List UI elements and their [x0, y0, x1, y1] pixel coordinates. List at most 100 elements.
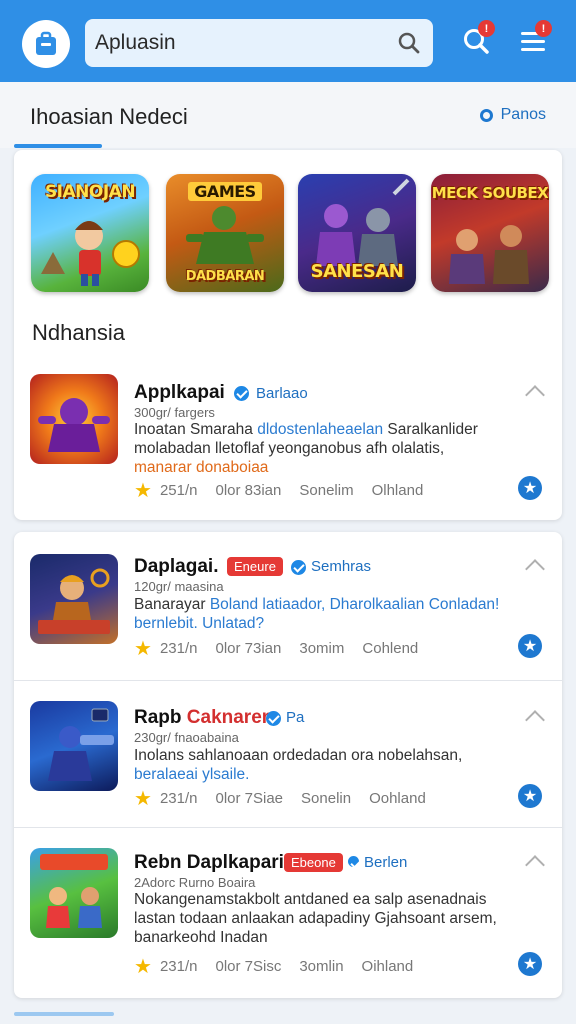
app-list-card: Daplagai. Eneure Semhras 120gr/ maasina …	[14, 532, 562, 998]
verified-check-icon	[291, 560, 306, 575]
featured-game-3-title: SANESAN	[310, 261, 404, 282]
list-section-title: Ndhansia	[32, 320, 125, 345]
app-4-stat-4: Oihland	[361, 958, 414, 975]
app-3-desc-plain: Inolans sahlanoaan ordedadan ora nobelah…	[134, 747, 463, 764]
favorite-star-icon[interactable]: ★	[518, 634, 542, 658]
star-icon: ★	[134, 638, 152, 660]
chevron-up-icon[interactable]	[525, 855, 545, 875]
app-1-description: Inoatan Smaraha dldostenlaheaelan Saralk…	[134, 420, 504, 477]
app-2-desc-plain: Banarayar	[134, 596, 210, 613]
section-tab-indicator	[14, 144, 102, 148]
app-1-stats: ★ 251/n 0lor 83ian Sonelim Olhland	[134, 478, 441, 503]
app-1-rating: 251/n	[159, 482, 198, 499]
app-2-badge: Eneure	[227, 557, 283, 576]
app-2-rating: 231/n	[159, 640, 198, 657]
app-3-name: Rapb Caknaren	[134, 707, 273, 729]
featured-card: SIANOJAN GAMES DADBARAN SANESAN MECK SOU…	[14, 150, 562, 520]
section-title: Ihoasian Nedeci	[30, 104, 188, 129]
app-3-stat-3: Sonelin	[301, 790, 352, 807]
see-all-link[interactable]: Panos	[479, 106, 546, 124]
search-icon[interactable]	[385, 19, 433, 67]
app-2-description: Banarayar Boland latiaador, Dharolkaalia…	[134, 595, 504, 633]
verified-check-icon	[348, 856, 359, 867]
app-2-icon	[30, 554, 118, 644]
featured-game-2[interactable]: GAMES DADBARAN	[166, 174, 284, 292]
app-2-stat-4: Cohlend	[362, 640, 419, 657]
app-2-stat-3: 3omim	[299, 640, 345, 657]
app-2-stat-2: 0lor 73ian	[215, 640, 282, 657]
app-list-item-3[interactable]: Rapb Caknaren Pa 230gr/ fnaoabaina Inola…	[14, 681, 562, 827]
robot-game-icon	[48, 708, 114, 781]
star-icon: ★	[134, 788, 152, 810]
app-1-stat-4: Olhland	[371, 482, 424, 499]
bottom-scroll-indicator	[14, 1012, 114, 1016]
see-all-label: Panos	[500, 106, 546, 123]
app-list-item-1[interactable]: Applkapai Barlaao 300gr/ fargers Inoatan…	[14, 370, 562, 510]
party-game-icon	[40, 854, 108, 928]
menu-badge: !	[535, 20, 552, 37]
app-4-stats: ★ 231/n 0lor 7Sisc 3omlin Oihland	[134, 954, 431, 979]
app-4-tag: Berlen	[364, 854, 408, 871]
ring-icon	[479, 108, 493, 122]
chevron-up-icon[interactable]	[525, 710, 545, 730]
app-4-description: Nokangenamstakbolt antdaned ea salp asen…	[134, 891, 497, 946]
app-3-stats: ★ 231/n 0lor 7Siae Sonelin Oohland	[134, 786, 444, 811]
app-4-badge: Ebeone	[284, 853, 343, 872]
verified-check-icon	[234, 386, 249, 401]
star-icon: ★	[134, 956, 152, 978]
favorite-star-icon[interactable]: ★	[518, 476, 542, 500]
search-input[interactable]: Apluasin	[95, 31, 385, 55]
app-2-stats: ★ 231/n 0lor 73ian 3omim Cohlend	[134, 636, 436, 661]
monster-game-icon	[38, 398, 110, 452]
notification-badge: !	[478, 20, 495, 37]
app-1-desc-plain: Inoatan Smaraha	[134, 421, 258, 438]
app-4-stat-3: 3omlin	[299, 958, 344, 975]
menu-button[interactable]: !	[512, 20, 554, 62]
chevron-up-icon[interactable]	[525, 559, 545, 579]
app-3-rating: 231/n	[159, 790, 198, 807]
favorite-star-icon[interactable]: ★	[518, 952, 542, 976]
app-1-desc-orange: manarar donaboiaa	[134, 459, 269, 476]
app-3-description: Inolans sahlanoaan ordedadan ora nobelah…	[134, 746, 504, 784]
app-3-icon	[30, 701, 118, 791]
section-header: Ihoasian Nedeci Panos	[0, 82, 576, 148]
app-list-item-4[interactable]: Rebn Daplkapari. Ebeone Berlen 2Adorc Ru…	[14, 828, 562, 998]
warriors-game-art-icon	[449, 225, 529, 284]
app-3-stat-2: 0lor 7Siae	[215, 790, 284, 807]
app-2-name: Daplagai.	[134, 556, 219, 577]
app-3-name-main: Rapb	[134, 707, 182, 728]
app-1-tag: Barlaao	[256, 385, 308, 402]
top-app-bar: Apluasin ! !	[0, 0, 576, 82]
app-4-rating: 231/n	[159, 958, 198, 975]
app-1-desc-accent: dldostenlaheaelan	[257, 421, 384, 438]
shopping-bag-icon	[36, 31, 56, 55]
app-3-tag: Pa	[286, 709, 305, 726]
featured-game-2-subtitle: DADBARAN	[185, 269, 265, 284]
star-icon: ★	[134, 480, 152, 502]
app-1-name: Applkapai	[134, 382, 225, 403]
featured-game-1[interactable]: SIANOJAN	[31, 174, 149, 292]
app-4-name: Rebn Daplkapari.	[134, 852, 290, 873]
app-3-meta: 230gr/ fnaoabaina	[134, 730, 239, 745]
app-2-tag: Semhras	[311, 558, 372, 575]
app-1-meta: 300gr/ fargers	[134, 405, 215, 420]
verified-check-icon	[266, 711, 281, 726]
notifications-button[interactable]: !	[455, 20, 497, 62]
search-bar[interactable]: Apluasin	[85, 19, 433, 67]
app-1-stat-2: 0lor 83ian	[215, 482, 282, 499]
featured-game-4[interactable]: MECK SOUBEX	[431, 174, 549, 292]
app-list-item-2[interactable]: Daplagai. Eneure Semhras 120gr/ maasina …	[14, 532, 562, 680]
app-4-meta: 2Adorc Rurno Boaira	[134, 875, 256, 890]
chevron-up-icon[interactable]	[525, 385, 545, 405]
app-4-stat-2: 0lor 7Sisc	[215, 958, 282, 975]
favorite-star-icon[interactable]: ★	[518, 784, 542, 808]
app-logo[interactable]	[22, 20, 70, 68]
featured-game-3[interactable]: SANESAN	[298, 174, 416, 292]
app-3-desc-line2: beralaeai ylsaile.	[134, 766, 250, 783]
app-2-meta: 120gr/ maasina	[134, 579, 224, 594]
app-3-stat-4: Oohland	[369, 790, 426, 807]
hero-game-icon	[38, 568, 110, 634]
app-4-icon	[30, 848, 118, 938]
app-3-name-red: Caknaren	[186, 707, 274, 728]
app-1-icon	[30, 374, 118, 464]
